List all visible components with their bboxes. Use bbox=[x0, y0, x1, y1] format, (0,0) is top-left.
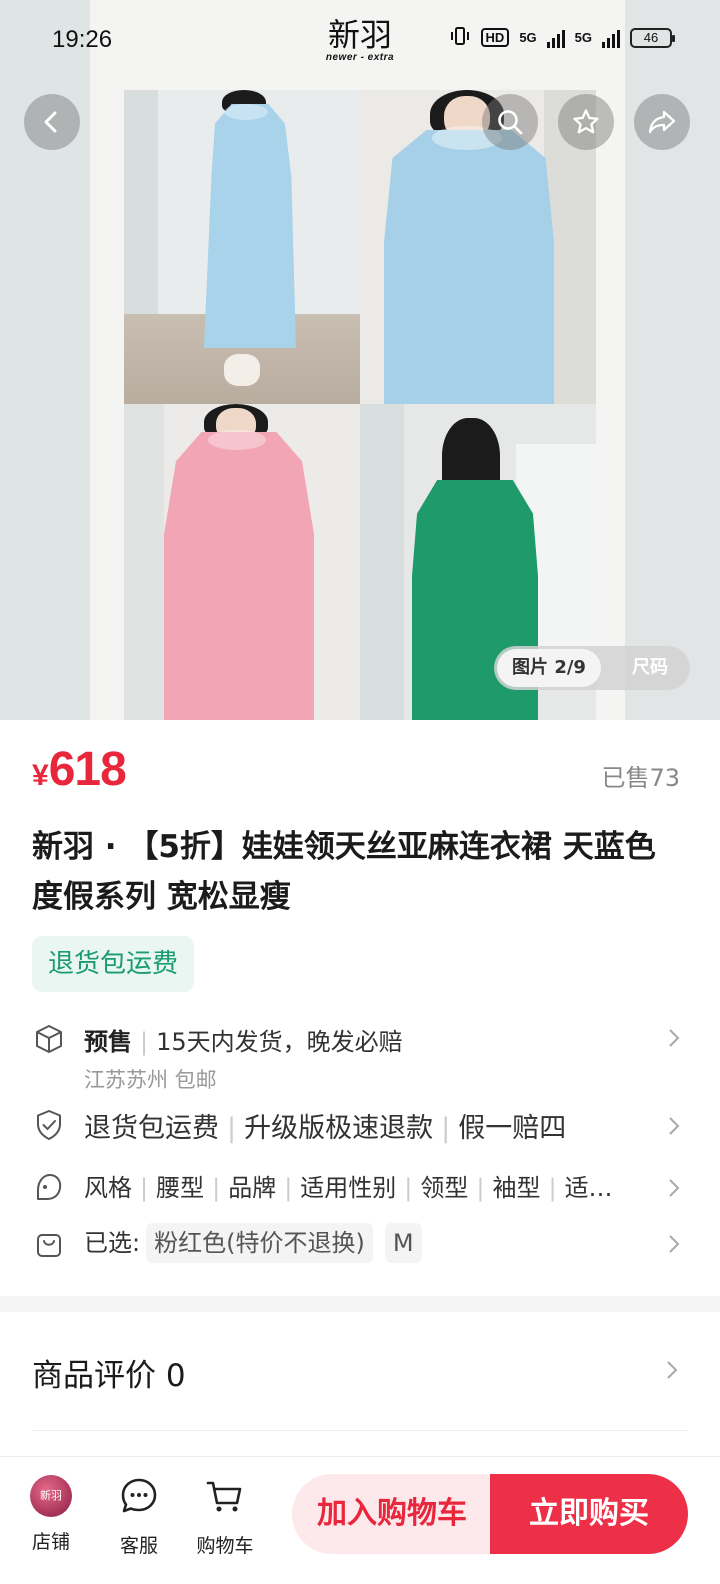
product-photo-blue-close bbox=[360, 90, 596, 404]
brand-logo: 新羽 newer - extra bbox=[318, 18, 402, 63]
param-item: 领型 bbox=[420, 1174, 469, 1202]
guarantee-item: 假一赔四 bbox=[458, 1113, 567, 1144]
currency-symbol: ¥ bbox=[32, 759, 49, 792]
product-photo-pink bbox=[124, 404, 360, 720]
shipping-row[interactable]: 预售 | 15天内发货，晚发必赔 江苏苏州 包邮 bbox=[32, 1018, 692, 1098]
guarantee-list: 退货包运费 | 升级版极速退款 | 假一赔四 bbox=[84, 1113, 567, 1144]
guarantee-item: 退货包运费 bbox=[84, 1113, 219, 1144]
presale-tag: 预售 bbox=[84, 1028, 132, 1056]
search-button[interactable] bbox=[482, 94, 538, 150]
params-row[interactable]: 风格 | 腰型 | 品牌 | 适用性别 | 领型 | 袖型 | 适… bbox=[32, 1166, 692, 1210]
star-icon bbox=[573, 109, 599, 134]
selected-color-chip: 粉红色(特价不退换) bbox=[146, 1223, 373, 1263]
section-divider bbox=[0, 1296, 720, 1312]
param-item: 袖型 bbox=[492, 1174, 541, 1202]
reviews-title[interactable]: 商品评价 0 bbox=[32, 1350, 186, 1395]
cart-icon bbox=[206, 1481, 242, 1512]
chat-bubble-icon bbox=[121, 1478, 157, 1513]
status-bar: 19:26 新羽 newer - extra HD 5G 5G 46 bbox=[0, 0, 720, 80]
status-icons: HD 5G 5G 46 bbox=[449, 26, 675, 49]
favorite-button[interactable] bbox=[558, 94, 614, 150]
shopping-bag-icon bbox=[37, 1234, 61, 1257]
shield-check-icon bbox=[37, 1110, 61, 1140]
vibrate-icon bbox=[449, 26, 471, 49]
signal-icon bbox=[546, 28, 565, 48]
signal-5g-label-2: 5G bbox=[574, 30, 592, 45]
image-counter: 图片 2/9 bbox=[497, 649, 601, 687]
status-time: 19:26 bbox=[52, 26, 113, 53]
param-item: 腰型 bbox=[156, 1174, 205, 1202]
cart-label: 购物车 bbox=[196, 1535, 254, 1557]
param-item: 品牌 bbox=[228, 1174, 277, 1202]
back-button[interactable] bbox=[24, 94, 80, 150]
selected-label: 已选: bbox=[84, 1229, 141, 1257]
guarantee-item: 升级版极速退款 bbox=[244, 1113, 434, 1144]
guarantee-row[interactable]: 退货包运费 | 升级版极速退款 | 假一赔四 bbox=[32, 1104, 692, 1148]
divider bbox=[32, 1430, 688, 1431]
bottom-action-bar: 新羽 店铺 客服 购物车 加入购物车 立即购买 bbox=[0, 1456, 720, 1584]
package-icon bbox=[36, 1025, 62, 1053]
customer-service-button[interactable]: 客服 bbox=[107, 1475, 171, 1558]
tag-icon bbox=[37, 1174, 62, 1200]
product-image-gallery[interactable]: 19:26 新羽 newer - extra HD 5G 5G 46 图片 2/… bbox=[0, 0, 720, 720]
brand-logo-cn: 新羽 bbox=[327, 16, 392, 54]
share-button[interactable] bbox=[634, 94, 690, 150]
chevron-right-icon[interactable] bbox=[662, 1360, 682, 1380]
search-icon bbox=[498, 110, 523, 135]
share-icon bbox=[648, 110, 676, 134]
shop-label: 店铺 bbox=[31, 1531, 70, 1553]
chevron-right-icon bbox=[669, 1117, 680, 1135]
buy-now-button[interactable]: 立即购买 bbox=[490, 1474, 688, 1554]
param-item: 适… bbox=[564, 1174, 613, 1202]
customer-service-label: 客服 bbox=[119, 1535, 158, 1557]
param-item: 适用性别 bbox=[300, 1174, 397, 1202]
size-chart-tab[interactable]: 尺码 bbox=[632, 646, 668, 690]
return-shipping-badge: 退货包运费 bbox=[32, 936, 195, 992]
battery-icon: 46 bbox=[630, 27, 675, 48]
image-pager[interactable]: 图片 2/9 尺码 bbox=[494, 646, 690, 690]
shop-button[interactable]: 新羽 店铺 bbox=[19, 1475, 83, 1554]
chevron-right-icon bbox=[669, 1029, 680, 1047]
selected-size-chip: M bbox=[384, 1223, 422, 1263]
product-photo-grid bbox=[124, 90, 596, 720]
signal-5g-label: 5G bbox=[519, 30, 537, 45]
chevron-left-icon bbox=[44, 111, 57, 133]
chevron-right-icon bbox=[669, 1179, 680, 1197]
param-item: 风格 bbox=[84, 1174, 132, 1202]
brand-logo-en: newer - extra bbox=[325, 52, 395, 63]
product-photo-blue-full bbox=[124, 90, 360, 404]
sold-count: 已售73 bbox=[601, 764, 680, 792]
params-list: 风格 | 腰型 | 品牌 | 适用性别 | 领型 | 袖型 | 适… bbox=[84, 1174, 613, 1202]
price-value: 618 bbox=[48, 743, 127, 796]
shipping-info: 预售 | 15天内发货，晚发必赔 bbox=[84, 1028, 403, 1056]
product-title: 新羽 · 【5折】娃娃领天丝亚麻连衣裙 天蓝色 度假系列 宽松显瘦 bbox=[32, 829, 656, 915]
cart-button[interactable]: 购物车 bbox=[193, 1475, 257, 1558]
ship-from: 江苏苏州 包邮 bbox=[84, 1068, 217, 1092]
selected-sku: 已选: 粉红色(特价不退换) M bbox=[84, 1222, 422, 1264]
shop-logo: 新羽 bbox=[30, 1475, 72, 1517]
chevron-right-icon bbox=[669, 1235, 680, 1253]
hd-icon: HD bbox=[480, 28, 510, 47]
shipping-text: 15天内发货，晚发必赔 bbox=[156, 1028, 403, 1056]
add-to-cart-button[interactable]: 加入购物车 bbox=[292, 1474, 492, 1554]
signal-icon-2 bbox=[602, 28, 620, 48]
selected-sku-row[interactable]: 已选: 粉红色(特价不退换) M bbox=[32, 1222, 692, 1266]
product-price: ¥618 bbox=[32, 742, 127, 797]
